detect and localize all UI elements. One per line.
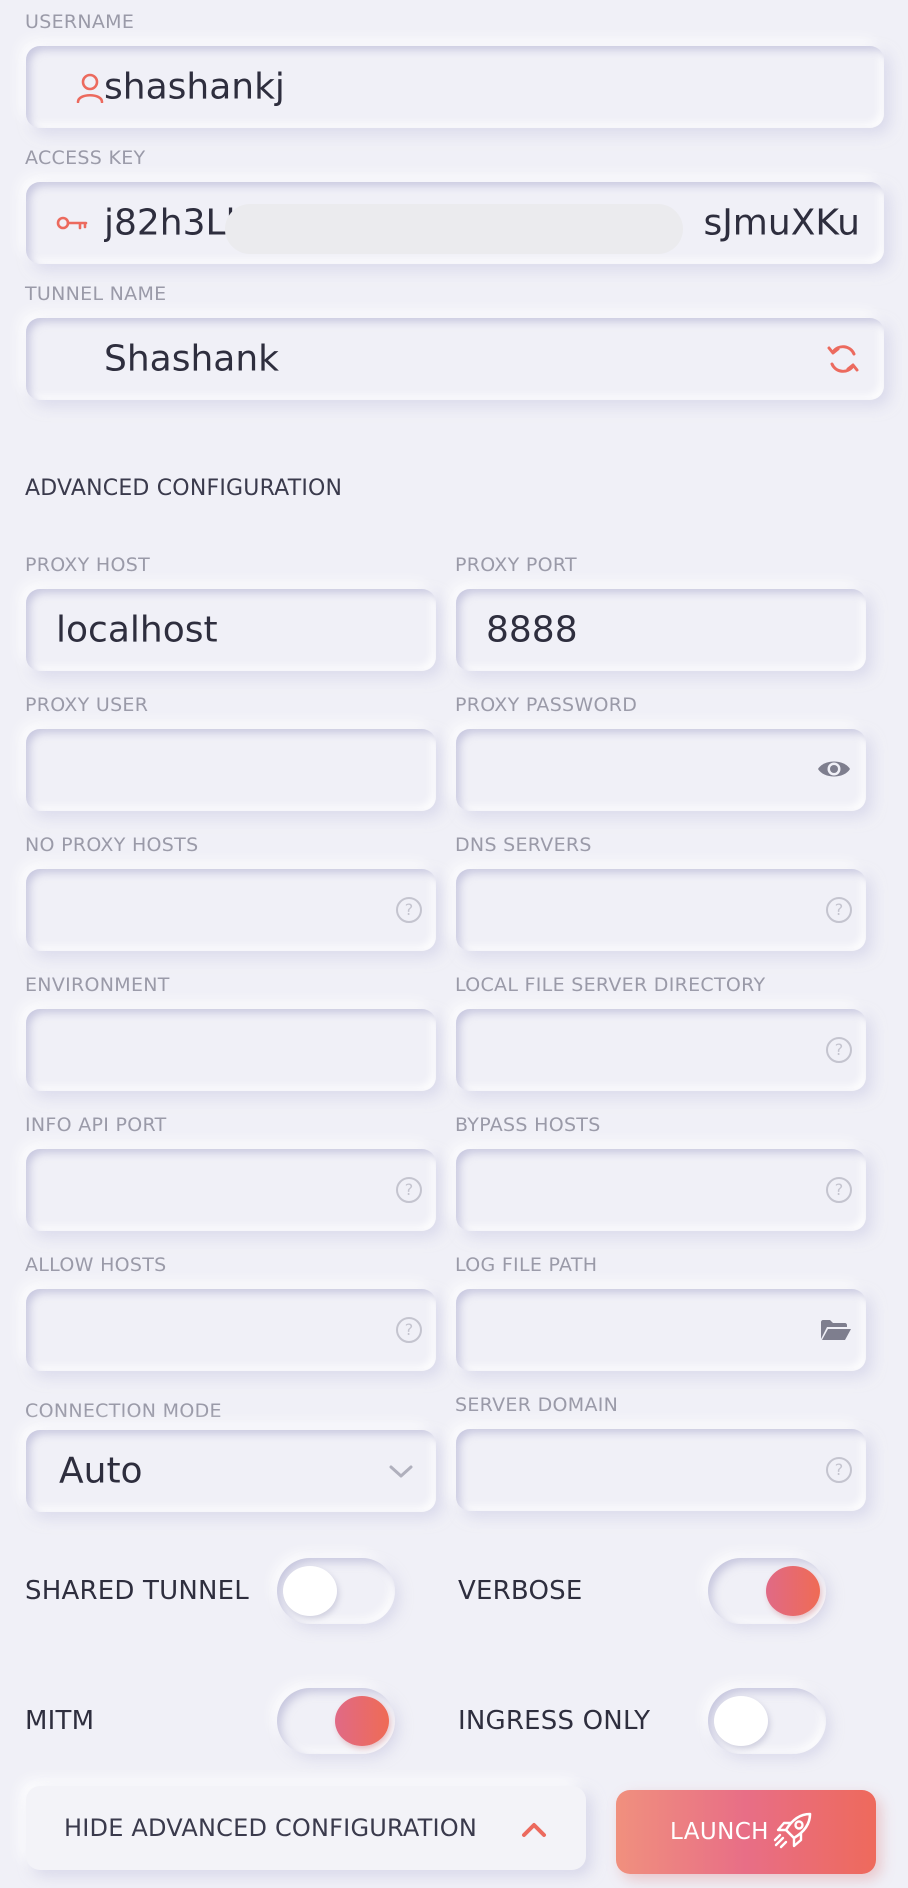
- info-api-port-field[interactable]: ?: [26, 1149, 436, 1231]
- connection-mode-label: CONNECTION MODE: [25, 1400, 222, 1422]
- proxy-port-field[interactable]: 8888: [456, 589, 866, 671]
- ingress-only-toggle[interactable]: [708, 1688, 826, 1754]
- folder-open-icon[interactable]: [820, 1319, 852, 1345]
- proxy-user-field[interactable]: [26, 729, 436, 811]
- access-key-label: ACCESS KEY: [25, 147, 146, 169]
- verbose-label: VERBOSE: [458, 1576, 583, 1606]
- access-key-redaction: [225, 204, 683, 254]
- rocket-icon: [770, 1808, 816, 1858]
- tunnel-name-label: TUNNEL NAME: [25, 283, 167, 305]
- dns-servers-label: DNS SERVERS: [455, 834, 592, 856]
- verbose-toggle[interactable]: [708, 1558, 826, 1624]
- username-value: shashankj: [104, 66, 285, 108]
- key-icon: [56, 213, 88, 237]
- allow-hosts-label: ALLOW HOSTS: [25, 1254, 167, 1276]
- launch-button[interactable]: LAUNCH: [616, 1790, 876, 1874]
- launch-label: LAUNCH: [670, 1819, 769, 1845]
- help-icon[interactable]: ?: [826, 1037, 852, 1063]
- proxy-password-field[interactable]: [456, 729, 866, 811]
- toggle-knob: [283, 1566, 337, 1616]
- username-label: USERNAME: [25, 11, 135, 33]
- proxy-host-label: PROXY HOST: [25, 554, 150, 576]
- tunnel-config-form: USERNAME shashankj ACCESS KEY j82h3Lk sJ…: [0, 0, 908, 1888]
- advanced-config-title: ADVANCED CONFIGURATION: [25, 476, 343, 501]
- server-domain-label: SERVER DOMAIN: [455, 1394, 619, 1416]
- log-file-path-label: LOG FILE PATH: [455, 1254, 598, 1276]
- toggle-knob: [714, 1696, 768, 1746]
- help-icon[interactable]: ?: [396, 897, 422, 923]
- bypass-hosts-label: BYPASS HOSTS: [455, 1114, 601, 1136]
- proxy-port-label: PROXY PORT: [455, 554, 577, 576]
- mitm-label: MITM: [25, 1706, 95, 1736]
- bypass-hosts-field[interactable]: ?: [456, 1149, 866, 1231]
- environment-field[interactable]: [26, 1009, 436, 1091]
- chevron-down-icon: [388, 1464, 414, 1484]
- proxy-host-value: localhost: [56, 609, 218, 651]
- ingress-only-label: INGRESS ONLY: [458, 1706, 651, 1736]
- tunnel-name-field[interactable]: Shashank: [26, 318, 884, 400]
- shared-tunnel-toggle[interactable]: [277, 1558, 395, 1624]
- environment-label: ENVIRONMENT: [25, 974, 170, 996]
- user-icon: [76, 73, 104, 107]
- no-proxy-hosts-label: NO PROXY HOSTS: [25, 834, 199, 856]
- proxy-port-value: 8888: [486, 609, 578, 651]
- proxy-host-field[interactable]: localhost: [26, 589, 436, 671]
- connection-mode-select[interactable]: Auto: [26, 1430, 436, 1512]
- help-icon[interactable]: ?: [396, 1317, 422, 1343]
- proxy-user-label: PROXY USER: [25, 694, 149, 716]
- info-api-port-label: INFO API PORT: [25, 1114, 167, 1136]
- refresh-icon[interactable]: [826, 342, 860, 380]
- server-domain-field[interactable]: ?: [456, 1429, 866, 1511]
- eye-icon[interactable]: [816, 757, 852, 785]
- log-file-path-field[interactable]: [456, 1289, 866, 1371]
- proxy-password-label: PROXY PASSWORD: [455, 694, 638, 716]
- chevron-up-icon: [520, 1820, 548, 1842]
- local-file-server-directory-label: LOCAL FILE SERVER DIRECTORY: [455, 974, 766, 996]
- local-file-server-directory-field[interactable]: ?: [456, 1009, 866, 1091]
- hide-advanced-config-label: HIDE ADVANCED CONFIGURATION: [64, 1814, 478, 1842]
- help-icon[interactable]: ?: [396, 1177, 422, 1203]
- mitm-toggle[interactable]: [277, 1688, 395, 1754]
- dns-servers-field[interactable]: ?: [456, 869, 866, 951]
- connection-mode-value: Auto: [59, 1450, 143, 1492]
- tunnel-name-value: Shashank: [104, 338, 280, 380]
- shared-tunnel-label: SHARED TUNNEL: [25, 1576, 249, 1606]
- allow-hosts-field[interactable]: ?: [26, 1289, 436, 1371]
- username-field[interactable]: shashankj: [26, 46, 884, 128]
- access-key-value-end: sJmuXKu: [703, 202, 860, 244]
- help-icon[interactable]: ?: [826, 1177, 852, 1203]
- help-icon[interactable]: ?: [826, 1457, 852, 1483]
- no-proxy-hosts-field[interactable]: ?: [26, 869, 436, 951]
- toggle-knob: [335, 1696, 389, 1746]
- help-icon[interactable]: ?: [826, 897, 852, 923]
- toggle-knob: [766, 1566, 820, 1616]
- hide-advanced-config-button[interactable]: HIDE ADVANCED CONFIGURATION: [26, 1786, 586, 1870]
